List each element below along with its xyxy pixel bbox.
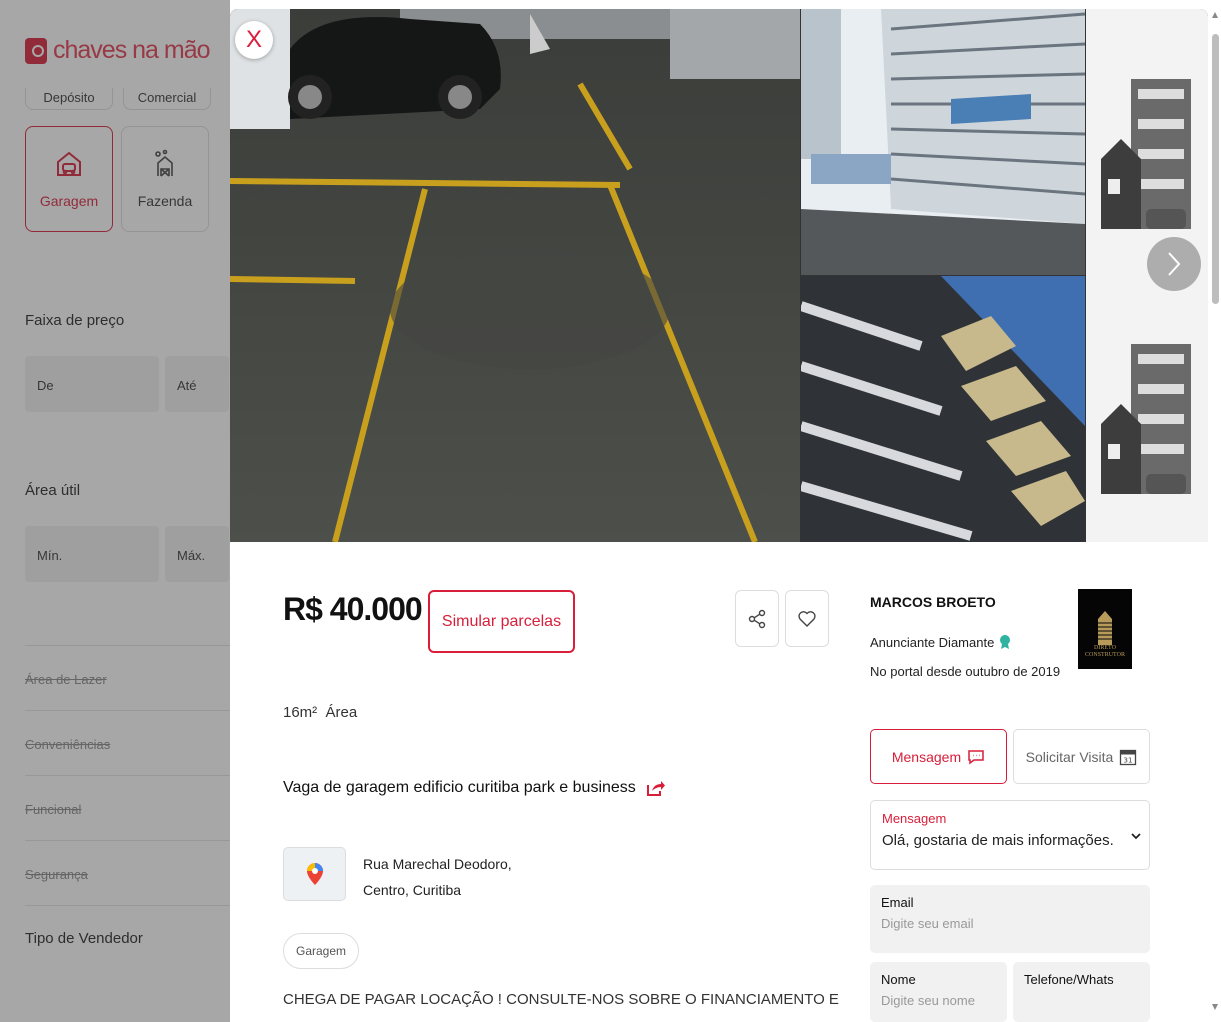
- gallery-photo-2[interactable]: [801, 9, 1085, 275]
- simulate-installments-button[interactable]: Simular parcelas: [428, 590, 575, 653]
- phone-field[interactable]: Telefone/Whats: [1013, 962, 1150, 1022]
- listing-address: Rua Marechal Deodoro, Centro, Curitiba: [363, 851, 512, 903]
- message-select-label: Mensagem: [882, 811, 947, 826]
- agent-badge-text: Anunciante Diamante: [870, 634, 995, 650]
- listing-modal: X R$ 40.000 Simular parcelas 16m² Área V…: [230, 9, 1208, 1022]
- listing-title: Vaga de garagem edificio curitiba park e…: [283, 779, 666, 797]
- agent-badge: Anunciante Diamante: [870, 634, 1011, 650]
- calendar-day: 31: [1124, 756, 1133, 764]
- agent-name: MARCOS BROETO: [870, 594, 996, 610]
- message-select[interactable]: Mensagem Olá, gostaria de mais informaçõ…: [870, 800, 1150, 870]
- agent-logo[interactable]: DIRETO CONSTRUTOR: [1078, 589, 1132, 669]
- name-field[interactable]: Nome Digite seu nome: [870, 962, 1007, 1022]
- email-label: Email: [881, 895, 914, 910]
- message-button-label: Mensagem: [891, 748, 962, 765]
- page-scrollbar[interactable]: [1210, 0, 1221, 1022]
- map-pin-icon: [306, 863, 323, 885]
- type-tag: Garagem: [283, 933, 360, 969]
- scroll-up-icon[interactable]: [1212, 12, 1218, 18]
- gallery-photo-3[interactable]: [801, 276, 1085, 542]
- listing-description: CHEGA DE PAGAR LOCAÇÃO ! CONSULTE-NOS SO…: [283, 991, 839, 1008]
- request-visit-label: Solicitar Visita: [1025, 748, 1114, 765]
- listing-title-text: Vaga de garagem edificio curitiba park e…: [283, 779, 636, 796]
- photo-gallery: X: [230, 9, 1208, 542]
- modal-backdrop[interactable]: [0, 0, 230, 1022]
- calendar-icon: 31: [1120, 749, 1137, 765]
- area-label: Área: [325, 704, 358, 721]
- scroll-down-icon[interactable]: [1212, 1004, 1218, 1010]
- address-street: Rua Marechal Deodoro,: [363, 856, 512, 872]
- share-button[interactable]: [735, 590, 779, 647]
- share-icon: [748, 609, 766, 628]
- scrollbar-thumb[interactable]: [1212, 34, 1219, 304]
- chevron-right-icon: [1168, 252, 1181, 276]
- favorite-button[interactable]: [785, 590, 829, 647]
- request-visit-button[interactable]: Solicitar Visita 31: [1013, 729, 1150, 784]
- email-placeholder: Digite seu email: [881, 916, 974, 931]
- close-icon: X: [245, 26, 262, 53]
- message-button[interactable]: Mensagem: [870, 729, 1007, 784]
- chevron-down-icon: [1131, 833, 1141, 840]
- phone-label: Telefone/Whats: [1024, 972, 1114, 987]
- building-logo-icon: [1098, 611, 1112, 645]
- close-button[interactable]: X: [235, 21, 273, 59]
- listing-area: 16m² Área: [283, 704, 357, 721]
- agent-logo-text: DIRETO CONSTRUTOR: [1085, 645, 1125, 658]
- heart-icon: [798, 610, 816, 627]
- diamond-badge-icon: [1000, 635, 1011, 649]
- agent-since: No portal desde outubro de 2019: [870, 664, 1061, 679]
- area-value: 16m²: [283, 704, 318, 721]
- name-placeholder: Digite seu nome: [881, 993, 975, 1008]
- message-select-value: Olá, gostaria de mais informações.: [882, 832, 1114, 849]
- chat-icon: [968, 749, 984, 764]
- gallery-next-button[interactable]: [1147, 237, 1201, 291]
- gallery-photo-main[interactable]: [230, 9, 800, 542]
- email-field[interactable]: Email Digite seu email: [870, 885, 1150, 953]
- name-label: Nome: [881, 972, 916, 987]
- external-link-icon[interactable]: [646, 779, 666, 797]
- address-city: Centro, Curitiba: [363, 882, 462, 898]
- listing-price: R$ 40.000: [283, 591, 423, 627]
- map-thumbnail[interactable]: [283, 847, 346, 901]
